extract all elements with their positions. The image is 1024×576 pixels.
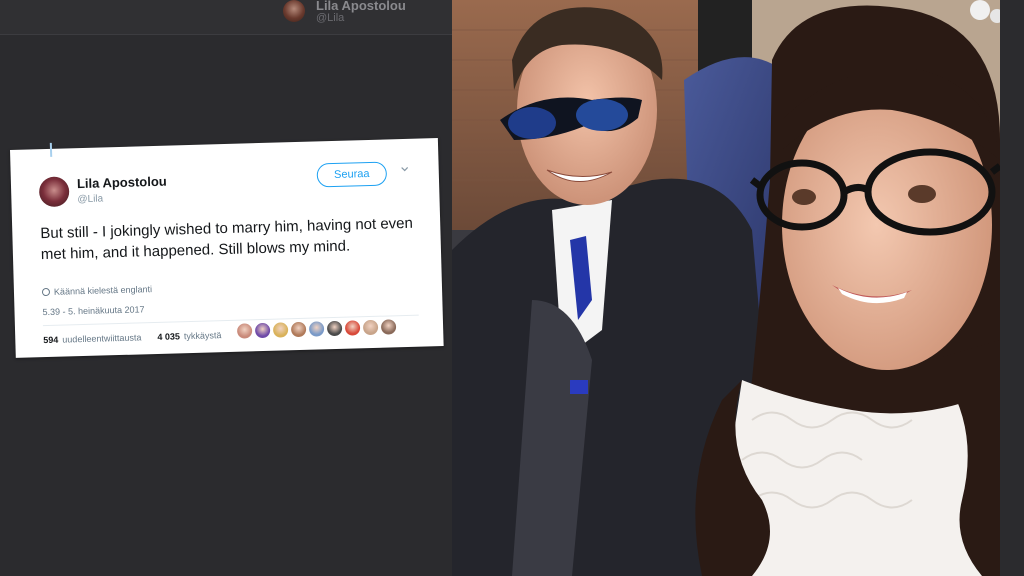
right-margin <box>1000 0 1024 576</box>
photo-illustration <box>452 0 1000 576</box>
liker-avatar[interactable] <box>236 323 253 339</box>
tweet-author-avatar[interactable] <box>38 176 70 208</box>
retweets-count[interactable]: 594 <box>43 335 58 345</box>
follow-button[interactable]: Seuraa <box>316 161 388 188</box>
likers-avatars <box>236 319 397 339</box>
profile-avatar[interactable] <box>283 0 305 22</box>
liker-avatar[interactable] <box>326 320 343 337</box>
liker-avatar[interactable] <box>344 320 361 336</box>
tweet-text: But still - I jokingly wished to marry h… <box>40 214 414 264</box>
selfie-photo <box>452 0 1000 576</box>
liker-avatar[interactable] <box>308 321 325 337</box>
retweets-label[interactable]: uudelleentwiittausta <box>62 332 141 344</box>
profile-handle: @Lila <box>316 12 345 24</box>
likes-label[interactable]: tykkäystä <box>184 330 222 341</box>
liker-avatar[interactable] <box>290 321 307 338</box>
tweet-author-handle: @Lila <box>77 193 104 206</box>
chevron-down-icon[interactable] <box>401 165 409 173</box>
translate-link[interactable]: Käännä kielestä englanti <box>41 284 152 297</box>
globe-icon <box>41 287 51 297</box>
liker-avatar[interactable] <box>254 322 271 339</box>
liker-avatar[interactable] <box>362 319 379 336</box>
liker-avatar[interactable] <box>272 322 289 338</box>
translate-label[interactable]: Käännä kielestä englanti <box>54 284 152 297</box>
tweet-stats: 594 uudelleentwiittausta 4 035 tykkäystä <box>43 330 221 345</box>
tweet-timestamp[interactable]: 5.39 - 5. heinäkuuta 2017 <box>42 304 144 317</box>
thread-line <box>49 142 53 157</box>
tweet-author-name[interactable]: Lila Apostolou <box>77 174 167 192</box>
tweet-card: Lila Apostolou @Lila Seuraa But still - … <box>10 138 444 358</box>
likes-count[interactable]: 4 035 <box>157 331 180 342</box>
liker-avatar[interactable] <box>380 319 397 335</box>
